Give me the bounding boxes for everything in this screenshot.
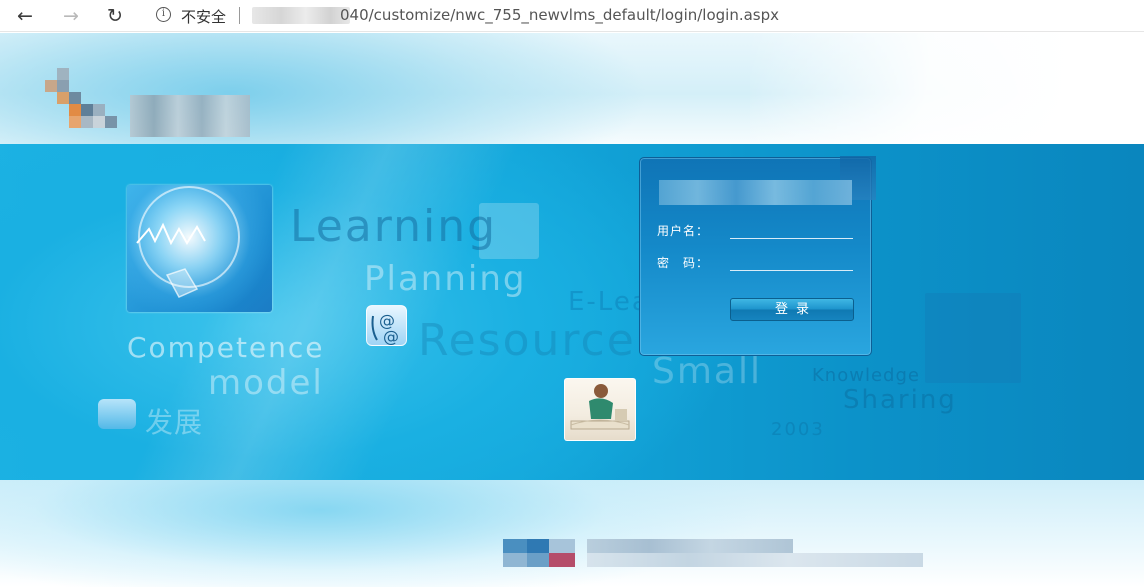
login-page: Learning Planning Resource E-Learning Sm… <box>0 33 1144 587</box>
password-field[interactable] <box>730 253 853 271</box>
decor-text-fazhan: 发展 <box>145 406 204 439</box>
back-icon[interactable]: ← <box>12 3 38 29</box>
login-button[interactable]: 登录 <box>730 298 854 321</box>
browser-toolbar: ← → ↻ i 不安全 040/customize/nwc_755_newvlm… <box>0 0 1144 32</box>
decor-text-year: 2003 <box>771 419 825 440</box>
security-label[interactable]: 不安全 <box>181 6 226 27</box>
decor-text-learning: Learning <box>290 201 498 252</box>
decor-square <box>925 293 1021 383</box>
address-bar-url[interactable]: 040/customize/nwc_755_newvlms_default/lo… <box>340 6 779 24</box>
decor-text-competence: Competence <box>127 331 325 364</box>
decor-text-sharing: Sharing <box>843 385 957 415</box>
forward-icon[interactable]: → <box>58 3 84 29</box>
header-light <box>750 33 1144 144</box>
info-icon[interactable]: i <box>156 7 171 22</box>
footer-info-redacted <box>503 539 923 577</box>
decor-text-knowledge: Knowledge <box>812 365 920 386</box>
username-field[interactable] <box>730 221 853 239</box>
decor-text-small: Small <box>652 351 762 392</box>
email-at-icon: @ @ <box>366 305 407 346</box>
chat-bubble-icon <box>98 399 136 429</box>
redacted-host <box>252 7 350 24</box>
password-label: 密 码： <box>657 256 710 270</box>
panel-title-redacted <box>659 180 852 205</box>
decor-text-model: model <box>208 363 324 403</box>
lightbulb-icon <box>136 186 240 298</box>
reading-person-image <box>564 378 636 441</box>
svg-text:@: @ <box>383 327 399 346</box>
address-separator <box>239 7 240 24</box>
company-name-redacted <box>130 95 250 137</box>
reload-icon[interactable]: ↻ <box>102 3 128 29</box>
company-logo <box>45 68 125 138</box>
header-banner <box>0 33 1144 144</box>
login-panel: 用户名： 密 码： 登录 <box>639 156 876 356</box>
username-label: 用户名： <box>657 224 710 238</box>
decor-text-planning: Planning <box>364 259 527 299</box>
lightbulb-image <box>127 185 272 312</box>
decor-text-resource: Resource <box>418 315 636 366</box>
